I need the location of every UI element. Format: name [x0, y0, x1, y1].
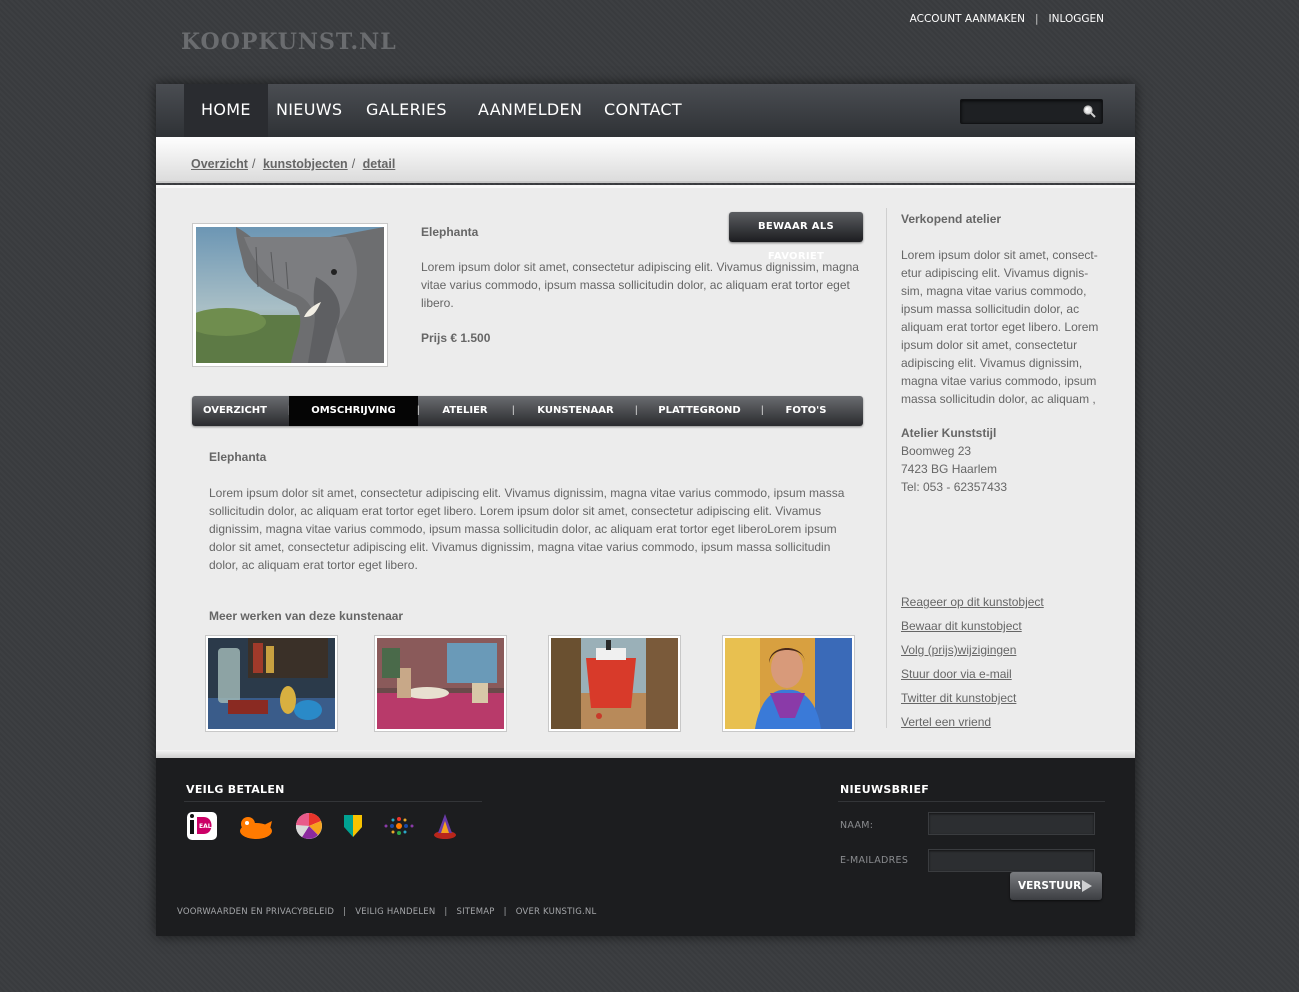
- shipyard-painting: [551, 638, 678, 729]
- separator: |: [343, 907, 347, 917]
- separator: |: [503, 907, 507, 917]
- divider: [184, 801, 482, 802]
- abn-wheel-icon: [295, 812, 322, 839]
- tab-separator: |: [635, 405, 638, 416]
- atelier-street: Boomweg 23: [901, 444, 972, 458]
- tab-separator: |: [761, 405, 764, 416]
- atelier-phone: Tel: 053 - 62357433: [901, 480, 1008, 494]
- separator: |: [444, 907, 448, 917]
- search-icon[interactable]: [1082, 104, 1096, 118]
- breadcrumb-kunstobjecten[interactable]: kunstobjecten: [263, 157, 348, 171]
- breadcrumb: Overzicht / kunstobjecten / detail: [191, 157, 395, 171]
- tab-content-text: Lorem ipsum dolor sit amet, consectetur …: [209, 486, 845, 572]
- main-content: Elephanta Lorem ipsum dolor sit amet, co…: [156, 185, 1135, 756]
- sitemap-link[interactable]: SITEMAP: [456, 907, 494, 917]
- name-label: NAAM:: [840, 820, 874, 831]
- terms-link[interactable]: VOORWAARDEN EN PRIVACYBELEID: [177, 907, 334, 917]
- artwork-price: Prijs € 1.500: [421, 331, 491, 345]
- nav-item-contact[interactable]: CONTACT: [604, 84, 682, 137]
- nav-item-home[interactable]: HOME: [184, 84, 268, 137]
- breadcrumb-separator: /: [251, 157, 256, 171]
- tab-separator: |: [417, 405, 420, 416]
- breadcrumb-bar: Overzicht / kunstobjecten / detail: [156, 137, 1135, 183]
- ing-lion-icon: [240, 817, 272, 839]
- email-field[interactable]: [928, 849, 1095, 872]
- abn-shield-icon: [344, 815, 362, 837]
- tab-fotos[interactable]: FOTO'S: [770, 396, 842, 426]
- site-logo[interactable]: KOOPKUNST.NL: [181, 29, 397, 55]
- login-link[interactable]: INLOGGEN: [1049, 13, 1104, 25]
- newsletter-title: NIEUWSBRIEF: [840, 783, 930, 796]
- breadcrumb-detail[interactable]: detail: [363, 157, 396, 171]
- svg-text:EAL: EAL: [199, 823, 212, 830]
- atelier-name: Atelier Kunststijl: [901, 426, 997, 440]
- payment-title: VEILG BETALEN: [186, 783, 285, 796]
- atelier-address: Atelier Kunststijl Boomweg 23 7423 BG Ha…: [901, 424, 1007, 496]
- more-works-title: Meer werken van deze kunstenaar: [209, 609, 404, 623]
- search-input[interactable]: [961, 100, 1071, 123]
- create-account-link[interactable]: ACCOUNT AANMAKEN: [910, 13, 1025, 25]
- email-link[interactable]: Stuur door via e-mail: [901, 662, 1044, 686]
- artwork-title: Elephanta: [421, 225, 479, 239]
- rabobank-dots-icon: [384, 817, 414, 835]
- sidebar-actions: Reageer op dit kunstobject Bewaar dit ku…: [901, 590, 1044, 734]
- about-link[interactable]: OVER KUNSTIG.NL: [516, 907, 597, 917]
- nav-item-galeries[interactable]: GALERIES: [366, 84, 447, 137]
- detail-tabs: OVERZICHT | OMSCHRIJVING | ATELIER | KUN…: [192, 396, 863, 426]
- breadcrumb-separator: /: [351, 157, 356, 171]
- elephant-painting: [196, 227, 384, 363]
- more-work-thumb[interactable]: [205, 635, 338, 732]
- sns-icon: [434, 814, 456, 839]
- send-button-label: VERSTUUR: [1018, 880, 1082, 892]
- main-nav: HOME NIEUWS GALERIES AANMELDEN CONTACT: [156, 84, 1135, 137]
- footer: VEILG BETALEN EAL VOORWAARDEN EN PRIVACY…: [156, 758, 1135, 936]
- divider: [838, 801, 1105, 802]
- tab-separator: |: [512, 405, 515, 416]
- react-link[interactable]: Reageer op dit kunstobject: [901, 590, 1044, 614]
- safe-trading-link[interactable]: VEILIG HANDELEN: [355, 907, 435, 917]
- breadcrumb-overzicht[interactable]: Overzicht: [191, 157, 248, 171]
- name-field[interactable]: [928, 812, 1095, 835]
- cafe-painting: [377, 638, 504, 729]
- tab-content-title: Elephanta: [209, 450, 267, 464]
- tab-atelier[interactable]: ATELIER: [425, 396, 505, 426]
- nav-item-aanmelden[interactable]: AANMELDEN: [478, 84, 582, 137]
- top-links: ACCOUNT AANMAKEN | INLOGGEN: [910, 13, 1104, 25]
- portrait-painting: [725, 638, 852, 729]
- more-work-thumb[interactable]: [722, 635, 855, 732]
- sidebar-heading: Verkopend atelier: [901, 212, 1002, 226]
- sidebar-text: Lorem ipsum dolor sit amet, consect-etur…: [901, 248, 1099, 406]
- ideal-icon: EAL: [187, 812, 217, 840]
- tab-kunstenaar[interactable]: KUNSTENAAR: [522, 396, 629, 426]
- send-button[interactable]: VERSTUUR: [1010, 872, 1102, 900]
- save-object-link[interactable]: Bewaar dit kunstobject: [901, 614, 1044, 638]
- tab-plattegrond[interactable]: PLATTEGROND: [647, 396, 752, 426]
- tab-omschrijving[interactable]: OMSCHRIJVING: [289, 396, 418, 426]
- content-bottom-edge: [156, 750, 1135, 758]
- sidebar-divider: [886, 208, 887, 728]
- email-label: E-MAILADRES: [840, 855, 909, 866]
- twitter-link[interactable]: Twitter dit kunstobject: [901, 686, 1044, 710]
- artwork-image[interactable]: [192, 223, 388, 367]
- still-life-painting: [208, 638, 335, 729]
- separator: |: [1035, 13, 1039, 25]
- tell-friend-link[interactable]: Vertel een vriend: [901, 710, 1044, 734]
- search-box: [960, 99, 1103, 124]
- atelier-city: 7423 BG Haarlem: [901, 462, 998, 476]
- more-work-thumb[interactable]: [548, 635, 681, 732]
- arrow-right-icon: [1082, 880, 1092, 892]
- nav-item-nieuws[interactable]: NIEUWS: [276, 84, 342, 137]
- save-favorite-button[interactable]: BEWAAR ALS FAVORIET: [729, 212, 863, 262]
- footer-links: VOORWAARDEN EN PRIVACYBELEID | VEILIG HA…: [177, 907, 596, 917]
- follow-changes-link[interactable]: Volg (prijs)wijzigingen: [901, 638, 1044, 662]
- tab-overzicht[interactable]: OVERZICHT: [192, 396, 278, 426]
- more-work-thumb[interactable]: [374, 635, 507, 732]
- page-container: HOME NIEUWS GALERIES AANMELDEN CONTACT O…: [156, 84, 1135, 936]
